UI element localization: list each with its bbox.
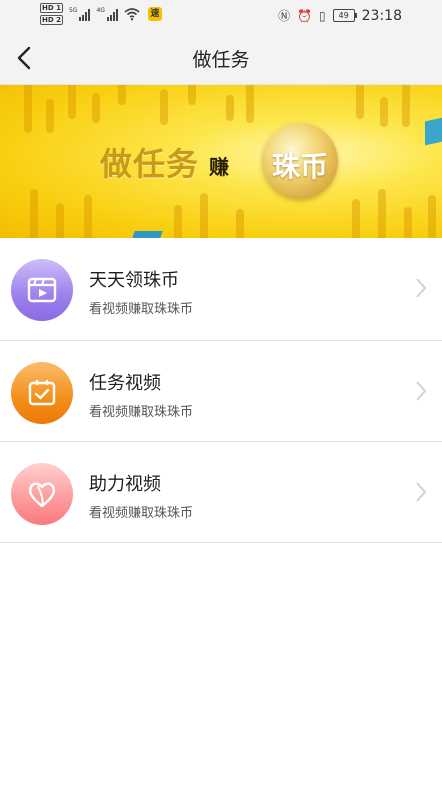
status-left: HD 1 HD 2 5G 4G 速 [40, 3, 162, 25]
status-time: 23:18 [361, 7, 402, 24]
nfc-icon: Ⓝ [278, 9, 291, 23]
task-title: 任务视频 [89, 373, 161, 394]
decor-box-icon [425, 116, 442, 146]
coin-label: 珠币 [271, 150, 328, 183]
task-item-assist-video[interactable]: 助力视频 看视频赚取珠珠币 [0, 442, 442, 543]
signal-icon-2: 4G [96, 7, 118, 21]
app-badge-icon: 速 [147, 7, 162, 21]
task-subtitle: 看视频赚取珠珠币 [89, 405, 194, 420]
hd-indicator-1: HD 1 [40, 3, 63, 13]
status-bar: HD 1 HD 2 5G 4G 速 Ⓝ ⏰ ▯ 49 23:18 [0, 0, 442, 32]
page-title: 做任务 [192, 49, 250, 71]
sim2-label: 4G [96, 7, 105, 14]
task-title: 天天领珠币 [89, 270, 179, 291]
decor-box-icon-2 [131, 231, 163, 238]
promo-banner: 做任务 赚 珠币 [0, 85, 442, 238]
alarm-icon: ⏰ [297, 8, 313, 23]
hd-indicator-2: HD 2 [40, 15, 63, 25]
task-icon-badge [11, 259, 73, 321]
banner-earn-text: 赚 [209, 155, 229, 179]
chevron-right-icon [416, 482, 427, 502]
task-icon-badge [11, 463, 73, 525]
nav-header: 做任务 [0, 32, 442, 85]
task-list: 天天领珠币 看视频赚取珠珠币 任务视频 看视频赚取珠珠币 助力视频 看视频赚取珠… [0, 238, 442, 543]
task-title: 助力视频 [89, 474, 161, 495]
checkbox-check-icon [28, 380, 56, 406]
banner-headline: 做任务 [100, 145, 200, 183]
task-item-task-video[interactable]: 任务视频 看视频赚取珠珠币 [0, 341, 442, 442]
task-subtitle: 看视频赚取珠珠币 [89, 506, 194, 521]
signal-icon: 5G [68, 7, 91, 21]
hd-indicators: HD 1 HD 2 [40, 3, 63, 25]
task-icon-badge [11, 362, 73, 424]
status-right: Ⓝ ⏰ ▯ 49 23:18 [278, 7, 402, 24]
coin-icon: 珠币 [262, 123, 338, 199]
task-subtitle: 看视频赚取珠珠币 [89, 302, 194, 317]
task-item-daily-coins[interactable]: 天天领珠币 看视频赚取珠珠币 [0, 238, 442, 341]
video-play-icon [27, 277, 57, 303]
chevron-right-icon [416, 278, 427, 298]
battery-icon: 49 [332, 9, 357, 22]
wifi-icon [124, 8, 140, 21]
chevron-right-icon [416, 381, 427, 401]
vibrate-icon: ▯ [319, 8, 326, 23]
heart-icon [28, 482, 56, 508]
sim1-label: 5G [68, 7, 78, 14]
